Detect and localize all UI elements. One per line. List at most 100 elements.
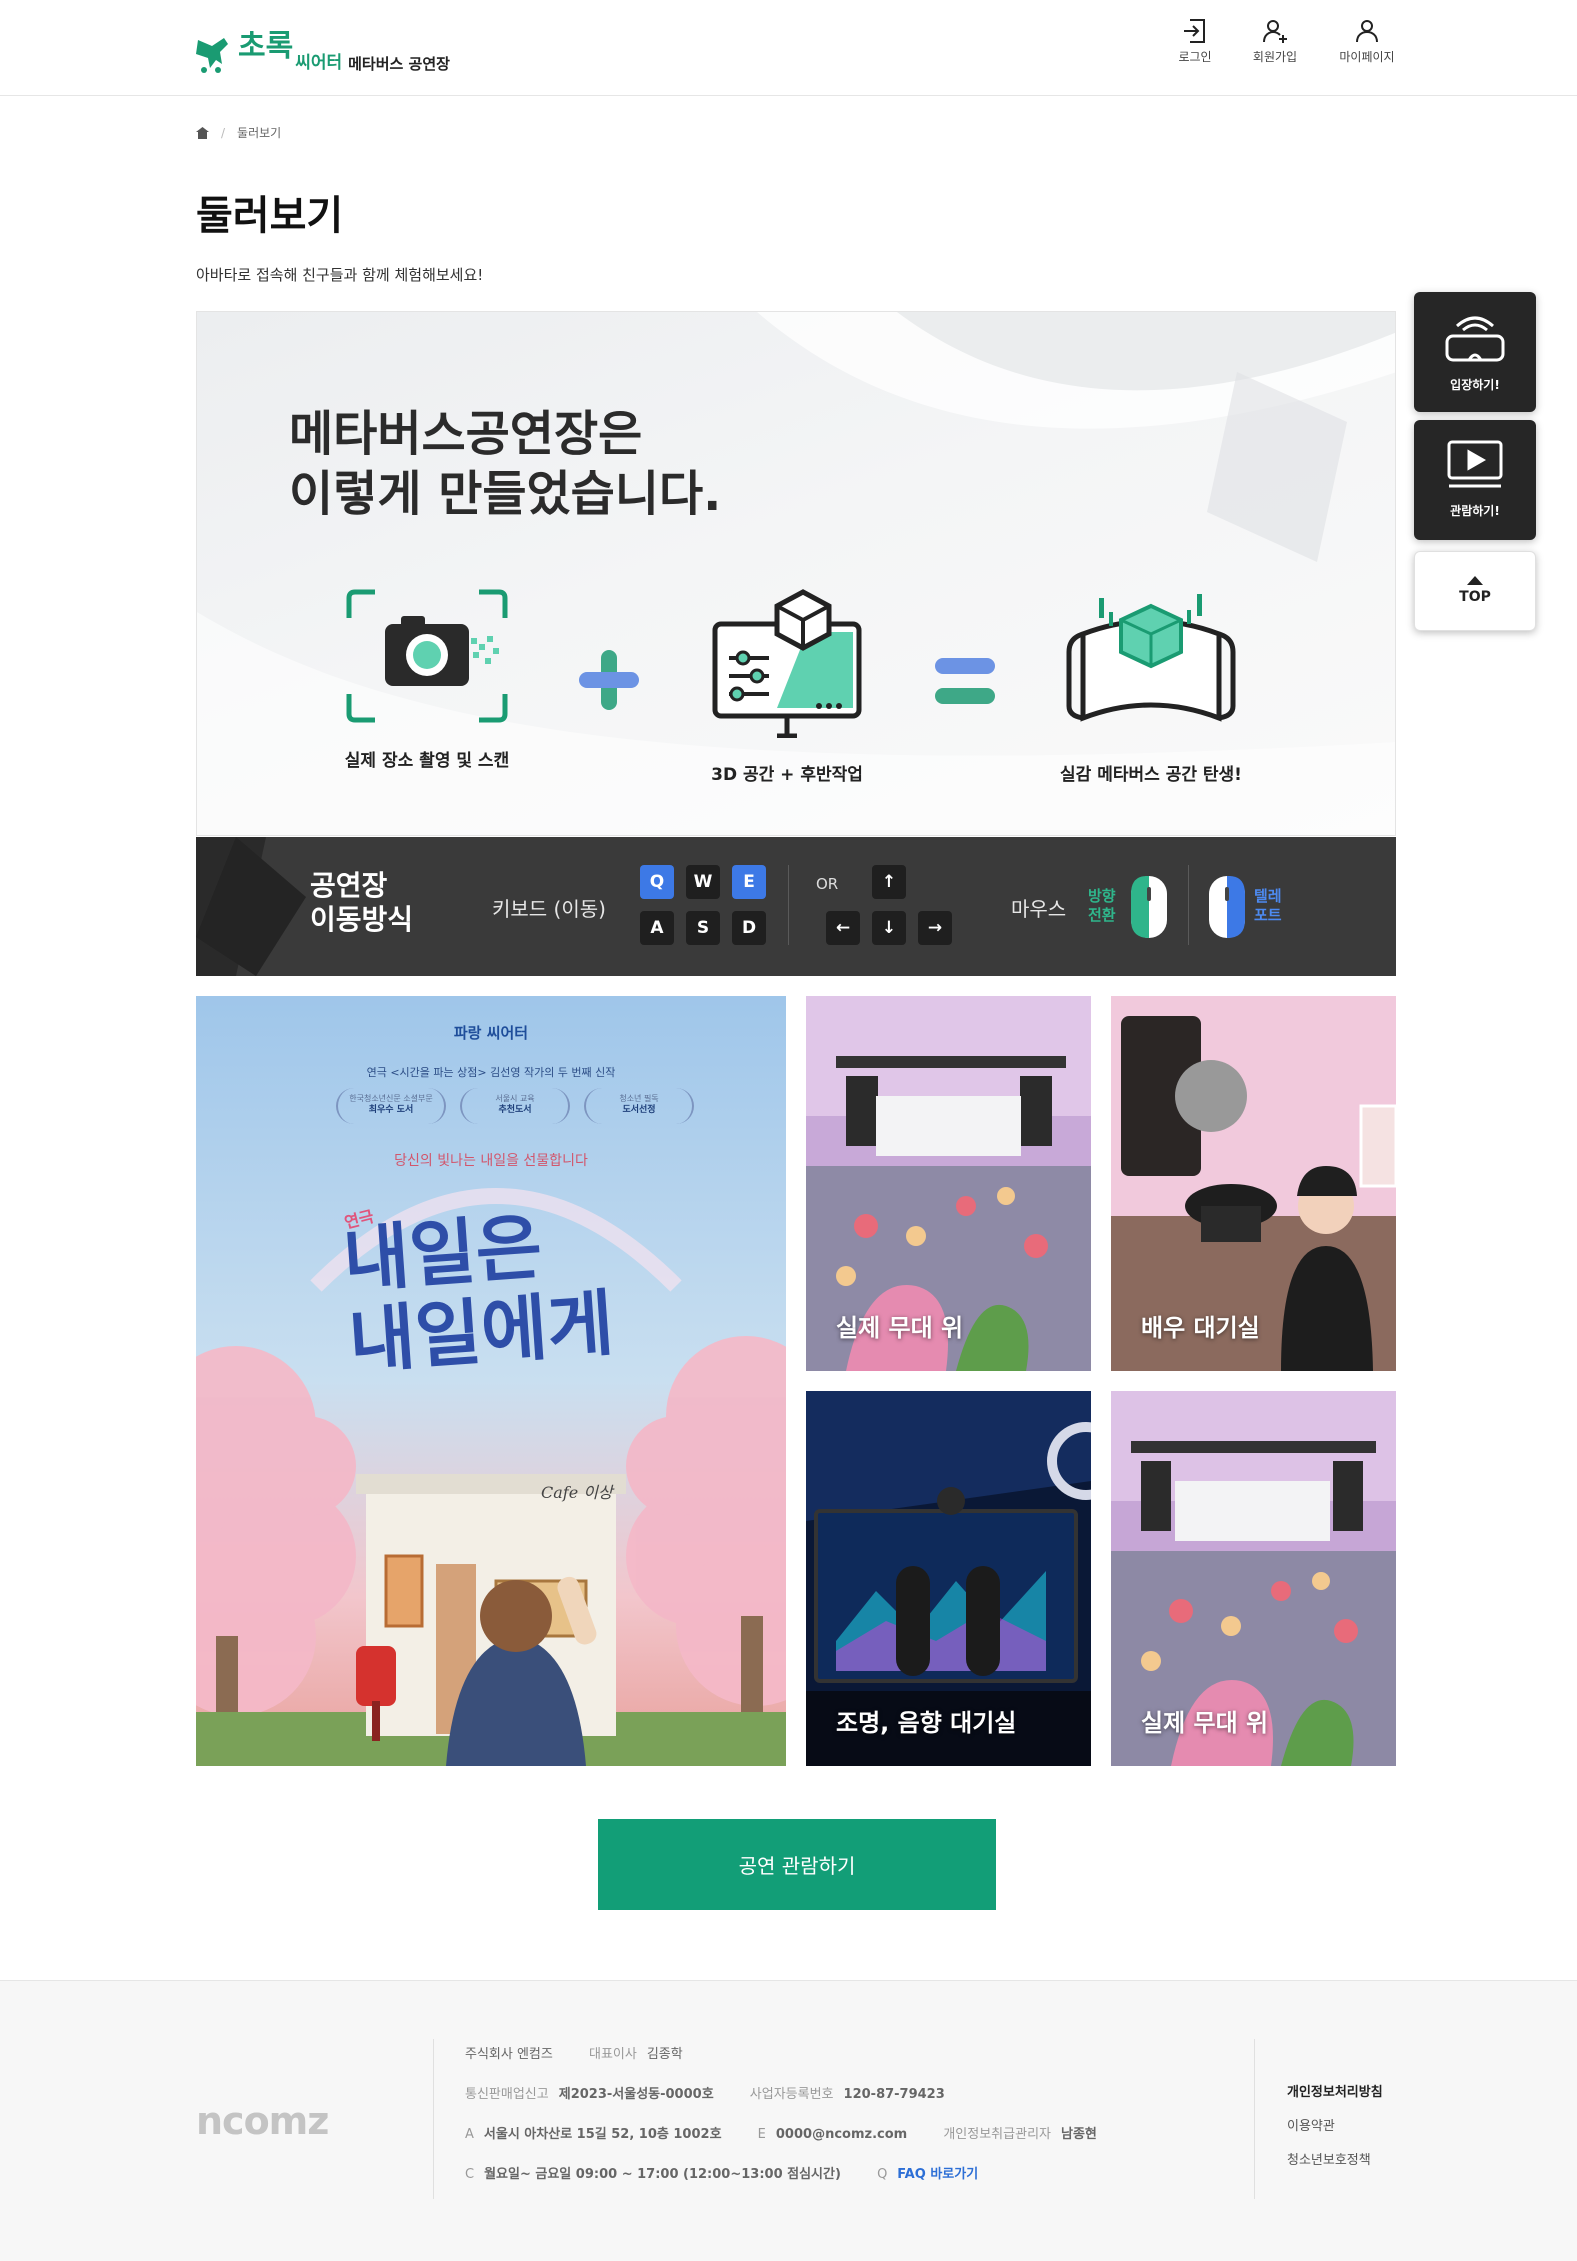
brand-main: 초록 bbox=[238, 29, 294, 64]
poster-tile[interactable]: 파랑 씨어터 연극 <시간을 파는 상점> 김선영 작가의 두 번째 신작 한국… bbox=[196, 996, 786, 1766]
footer-logo: ncomz bbox=[196, 2099, 329, 2143]
footer-hours-key: C bbox=[465, 2167, 475, 2182]
key-a: A bbox=[640, 911, 674, 945]
brand-sub: 씨어터 bbox=[295, 53, 343, 73]
mypage-button[interactable]: 마이페이지 bbox=[1328, 18, 1406, 65]
step1-caption: 실제 장소 촬영 및 스캔 bbox=[344, 751, 510, 771]
key-e: E bbox=[732, 865, 766, 899]
footer-hours-row: C 월요일~ 금요일 09:00 ~ 17:00 (12:00~13:00 점심시… bbox=[465, 2163, 978, 2182]
mouse-label: 마우스 bbox=[1011, 897, 1067, 921]
footer-email[interactable]: 0000@ncomz.com bbox=[776, 2127, 907, 2142]
mouse-left-desc: 방향 전환 bbox=[1088, 887, 1116, 925]
terms-link[interactable]: 이용약관 bbox=[1287, 2115, 1335, 2134]
footer-ceo: 김종학 bbox=[646, 2047, 683, 2062]
vr-headset-icon bbox=[1445, 316, 1505, 362]
footer-privacy-mgr: 남종현 bbox=[1060, 2127, 1097, 2142]
controls-title-line1: 공연장 bbox=[310, 869, 388, 902]
key-q: Q bbox=[640, 865, 674, 899]
footer-divider-left bbox=[433, 2039, 434, 2199]
step2-caption: 3D 공간 + 후반작업 bbox=[711, 765, 863, 785]
footer-ceo-label: 대표이사 bbox=[589, 2047, 637, 2062]
play-screen-icon bbox=[1447, 440, 1503, 488]
key-arrow-left: ← bbox=[826, 911, 860, 945]
footer-biz-label: 사업자등록번호 bbox=[749, 2087, 834, 2102]
footer-faq-link[interactable]: FAQ 바로가기 bbox=[897, 2167, 978, 2182]
footer-mail-no: 제2023-서울성동-0000호 bbox=[558, 2087, 714, 2102]
poster-award-3: 청소년 필독 도서선정 bbox=[584, 1088, 694, 1124]
award3-org: 청소년 필독 bbox=[619, 1094, 659, 1103]
footer-faq-key: Q bbox=[877, 2167, 888, 2182]
info-heading-line1: 메타버스공연장은 bbox=[289, 406, 643, 462]
award1-name: 최우수 도서 bbox=[368, 1105, 414, 1116]
footer-mail-label: 통신판매업신고 bbox=[465, 2087, 549, 2102]
camera-scan-icon bbox=[346, 589, 508, 723]
poster-brand: 파랑 씨어터 bbox=[453, 1024, 529, 1042]
step-result: 실감 메타버스 공간 탄생! bbox=[1031, 588, 1271, 785]
mypage-label: 마이페이지 bbox=[1339, 50, 1395, 64]
key-d: D bbox=[732, 911, 766, 945]
footer-registration-row: 통신판매업신고 제2023-서울성동-0000호 사업자등록번호 120-87-79… bbox=[465, 2083, 945, 2102]
poster-tagline: 연극 <시간을 파는 상점> 김선영 작가의 두 번째 신작 bbox=[366, 1066, 616, 1079]
enter-float-button[interactable]: 입장하기! bbox=[1414, 292, 1536, 412]
scroll-top-button[interactable]: TOP bbox=[1414, 551, 1536, 631]
gallery-tile-stage-2[interactable]: 실제 무대 위 bbox=[1111, 1391, 1396, 1766]
footer-hours: 월요일~ 금요일 09:00 ~ 17:00 (12:00~13:00 점심시간… bbox=[484, 2167, 841, 2182]
breadcrumb-current: 둘러보기 bbox=[237, 126, 282, 140]
gallery-tile-stage[interactable]: 실제 무대 위 bbox=[806, 996, 1091, 1371]
privacy-policy-link[interactable]: 개인정보처리방침 bbox=[1287, 2081, 1383, 2100]
footer-email-key: E bbox=[757, 2127, 766, 2142]
site-footer: ncomz 주식회사 엔컴즈 대표이사 김종학 통신판매업신고 제2023-서울성동… bbox=[0, 1980, 1577, 2261]
award2-name: 추천도서 bbox=[498, 1105, 532, 1116]
theater-logo-icon bbox=[196, 38, 228, 73]
site-logo[interactable]: 초록 씨어터 메타버스 공연장 bbox=[194, 20, 450, 76]
controls-divider bbox=[788, 865, 789, 945]
arrow-up-icon bbox=[1467, 576, 1483, 585]
key-s: S bbox=[686, 911, 720, 945]
brand-tag: 메타버스 공연장 bbox=[348, 55, 450, 73]
login-label: 로그인 bbox=[1178, 50, 1212, 64]
poster-subtitle: 당신의 빛나는 내일을 선물합니다 bbox=[394, 1153, 588, 1169]
keyboard-label: 키보드 (이동) bbox=[492, 897, 606, 921]
tile-control-room-label: 조명, 음향 대기실 bbox=[836, 1709, 1017, 1737]
footer-privacy-mgr-label: 개인정보취급관리자 bbox=[943, 2127, 1051, 2142]
signup-button[interactable]: 회원가입 bbox=[1236, 18, 1314, 65]
user-icon bbox=[1356, 20, 1378, 43]
add-user-icon bbox=[1263, 20, 1287, 43]
youth-policy-link[interactable]: 청소년보호정책 bbox=[1287, 2149, 1371, 2168]
monitor-3d-icon bbox=[712, 589, 862, 738]
scroll-top-label: TOP bbox=[1459, 589, 1491, 605]
footer-biz-no: 120-87-79423 bbox=[843, 2087, 945, 2102]
mouse-divider bbox=[1188, 865, 1189, 945]
poster-award-1: 한국청소년신문 소셜부문 최우수 도서 bbox=[336, 1088, 446, 1124]
equals-icon bbox=[935, 658, 995, 704]
mouse-right-desc: 텔레 포트 bbox=[1254, 887, 1282, 925]
watch-float-label: 관람하기! bbox=[1450, 504, 1500, 518]
mouse-left-line1: 방향 bbox=[1088, 887, 1116, 905]
step-3d: 3D 공간 + 후반작업 bbox=[667, 588, 907, 785]
breadcrumb: / 둘러보기 bbox=[196, 124, 281, 141]
production-info-panel: 메타버스공연장은 이렇게 만들었습니다. 실제 장소 촬영 및 스캔 3D 공간… bbox=[196, 311, 1396, 836]
step-scan: 실제 장소 촬영 및 스캔 bbox=[307, 588, 547, 771]
watch-float-button[interactable]: 관람하기! bbox=[1414, 420, 1536, 540]
page-description: 아바타로 접속해 친구들과 함께 체험해보세요! bbox=[196, 266, 484, 284]
login-button[interactable]: 로그인 bbox=[1156, 18, 1234, 65]
info-heading-line2: 이렇게 만들었습니다. bbox=[289, 466, 722, 522]
mouse-right-click-icon bbox=[1209, 876, 1245, 938]
footer-address: 서울시 아차산로 15길 52, 10층 1002호 bbox=[483, 2127, 722, 2142]
info-heading: 메타버스공연장은 이렇게 만들었습니다. bbox=[289, 404, 721, 524]
home-icon[interactable] bbox=[196, 126, 209, 139]
award2-org: 서울시 교육 bbox=[495, 1094, 535, 1103]
footer-company-row: 주식회사 엔컴즈 대표이사 김종학 bbox=[465, 2043, 683, 2062]
page-title: 둘러보기 bbox=[196, 193, 344, 239]
tile-stage-label: 실제 무대 위 bbox=[836, 1314, 964, 1342]
footer-addr-key: A bbox=[465, 2127, 474, 2142]
poster-title-line2: 내일에게 bbox=[346, 1279, 617, 1383]
controls-decoration bbox=[196, 837, 306, 976]
controls-title-line2: 이동방식 bbox=[310, 903, 414, 937]
plus-icon bbox=[579, 650, 639, 710]
gallery-tile-control-room[interactable]: 조명, 음향 대기실 bbox=[806, 1391, 1091, 1766]
mouse-right-line1: 텔레 bbox=[1254, 887, 1282, 905]
watch-performance-button[interactable]: 공연 관람하기 bbox=[598, 1819, 996, 1910]
gallery-tile-dressing-room[interactable]: 배우 대기실 bbox=[1111, 996, 1396, 1371]
footer-address-row: A 서울시 아차산로 15길 52, 10층 1002호 E 0000@ncomz.… bbox=[465, 2123, 1097, 2142]
